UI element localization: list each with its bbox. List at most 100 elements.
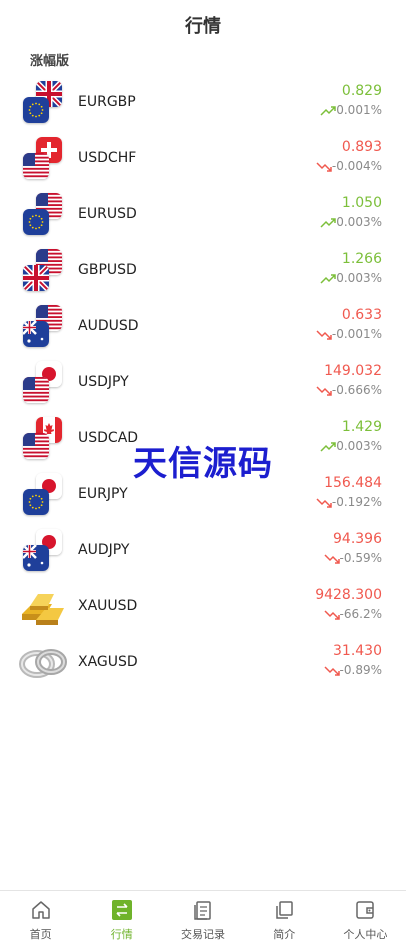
currency-pair-flags [22,528,64,572]
quote-row-audusd[interactable]: AUDUSD 0.633 -0.001% [0,298,406,354]
quote-row-eurusd[interactable]: EURUSD 1.050 0.003% [0,186,406,242]
quote-change: -0.89% [324,661,382,679]
tab-label: 首页 [29,928,52,941]
quote-change-value: -0.001% [331,327,382,341]
tab-label: 交易记录 [181,928,225,941]
trend-down-icon [316,383,332,397]
quote-symbol: GBPUSD [78,262,137,278]
section-label: 涨幅版 [30,54,70,69]
quote-symbol: EURGBP [78,94,136,110]
bottom-tabbar: 首页 行情 交易记录 简介 个人中心 [0,890,406,941]
quote-change-value: 0.003% [336,271,382,285]
silver-rings-icon [18,640,68,684]
quote-values: 9428.300 -66.2% [315,585,382,623]
quote-change: -0.004% [316,157,382,175]
watermark-text: 天信源码 [133,444,273,484]
quote-symbol: XAUUSD [78,598,138,614]
page-title: 行情 [185,16,221,37]
quote-price: 1.266 [341,251,382,267]
quote-price: 0.893 [341,139,382,155]
quote-change-value: -0.004% [331,159,382,173]
swap-icon [111,899,133,925]
quote-change: -0.59% [324,549,382,567]
trend-down-icon [324,607,340,621]
records-icon [192,899,214,925]
quote-price: 9428.300 [315,587,382,603]
quote-values: 149.032 -0.666% [316,361,382,399]
quote-symbol: EURUSD [78,206,137,222]
currency-pair-flags [22,80,64,124]
quote-values: 31.430 -0.89% [324,641,382,679]
quote-change: -0.192% [316,493,382,511]
au-flag [23,321,49,347]
quote-values: 1.050 0.003% [320,193,382,231]
tab-label: 行情 [110,928,133,941]
quote-change-value: 0.003% [336,215,382,229]
currency-pair-flags [22,136,64,180]
us-flag [23,377,49,403]
quote-values: 0.829 0.001% [320,81,382,119]
wallet-icon [354,899,376,925]
quote-row-xauusd[interactable]: XAUUSD 9428.300 -66.2% [0,578,406,634]
gb-flag [23,265,49,291]
quote-row-gbpusd[interactable]: GBPUSD 1.266 0.003% [0,242,406,298]
copy-icon [273,899,295,925]
currency-pair-flags [22,360,64,404]
trend-up-icon [320,271,336,285]
tab-swap[interactable]: 行情 [81,891,162,941]
trend-down-icon [316,327,332,341]
trend-up-icon [320,215,336,229]
tab-records[interactable]: 交易记录 [162,891,243,941]
home-icon [30,899,52,925]
quote-symbol: USDJPY [78,374,129,390]
quote-change-value: 0.001% [336,103,382,117]
gold-bars-icon [18,584,68,628]
trend-down-icon [324,551,340,565]
quote-row-usdjpy[interactable]: USDJPY 149.032 -0.666% [0,354,406,410]
trend-down-icon [324,663,340,677]
quote-change-value: -0.192% [331,495,382,509]
quote-values: 94.396 -0.59% [324,529,382,567]
market-page: 行情 涨幅版 EURGBP 0.829 0.001% USDCHF 0.893 … [0,0,406,941]
currency-pair-flags [22,248,64,292]
quote-list: EURGBP 0.829 0.001% USDCHF 0.893 -0.004%… [0,74,406,690]
quote-row-xagusd[interactable]: XAGUSD 31.430 -0.89% [0,634,406,690]
quote-values: 0.633 -0.001% [316,305,382,343]
quote-change: 0.001% [320,101,382,119]
quote-change: 0.003% [320,213,382,231]
quote-change-value: -0.89% [339,663,382,677]
eu-flag [23,209,49,235]
trend-up-icon [320,103,336,117]
tab-label: 个人中心 [343,928,388,941]
tab-copy[interactable]: 简介 [244,891,325,941]
quote-price: 31.430 [333,643,382,659]
eu-flag [23,489,49,515]
us-flag [23,153,49,179]
quote-symbol: XAGUSD [78,654,138,670]
quote-change-value: -66.2% [339,607,382,621]
trend-down-icon [316,159,332,173]
quote-change-value: -0.59% [339,551,382,565]
quote-price: 0.829 [341,83,382,99]
quote-price: 149.032 [324,363,382,379]
quote-price: 1.050 [341,195,382,211]
eu-flag [23,97,49,123]
quote-change: 0.003% [320,269,382,287]
quote-price: 94.396 [333,531,382,547]
au-flag [23,545,49,571]
quote-symbol: USDCHF [78,150,137,166]
quote-row-usdchf[interactable]: USDCHF 0.893 -0.004% [0,130,406,186]
quote-row-eurgbp[interactable]: EURGBP 0.829 0.001% [0,74,406,130]
quote-values: 1.266 0.003% [320,249,382,287]
quote-row-audjpy[interactable]: AUDJPY 94.396 -0.59% [0,522,406,578]
quote-change-value: -0.666% [331,383,382,397]
quote-change: -0.666% [316,381,382,399]
tab-wallet[interactable]: 个人中心 [325,891,406,941]
quote-price: 0.633 [341,307,382,323]
tab-label: 简介 [273,928,296,941]
quote-change: -0.001% [316,325,382,343]
tab-home[interactable]: 首页 [0,891,81,941]
quote-price: 1.429 [341,419,382,435]
quote-change: -66.2% [315,605,382,623]
quote-symbol: AUDJPY [78,542,130,558]
